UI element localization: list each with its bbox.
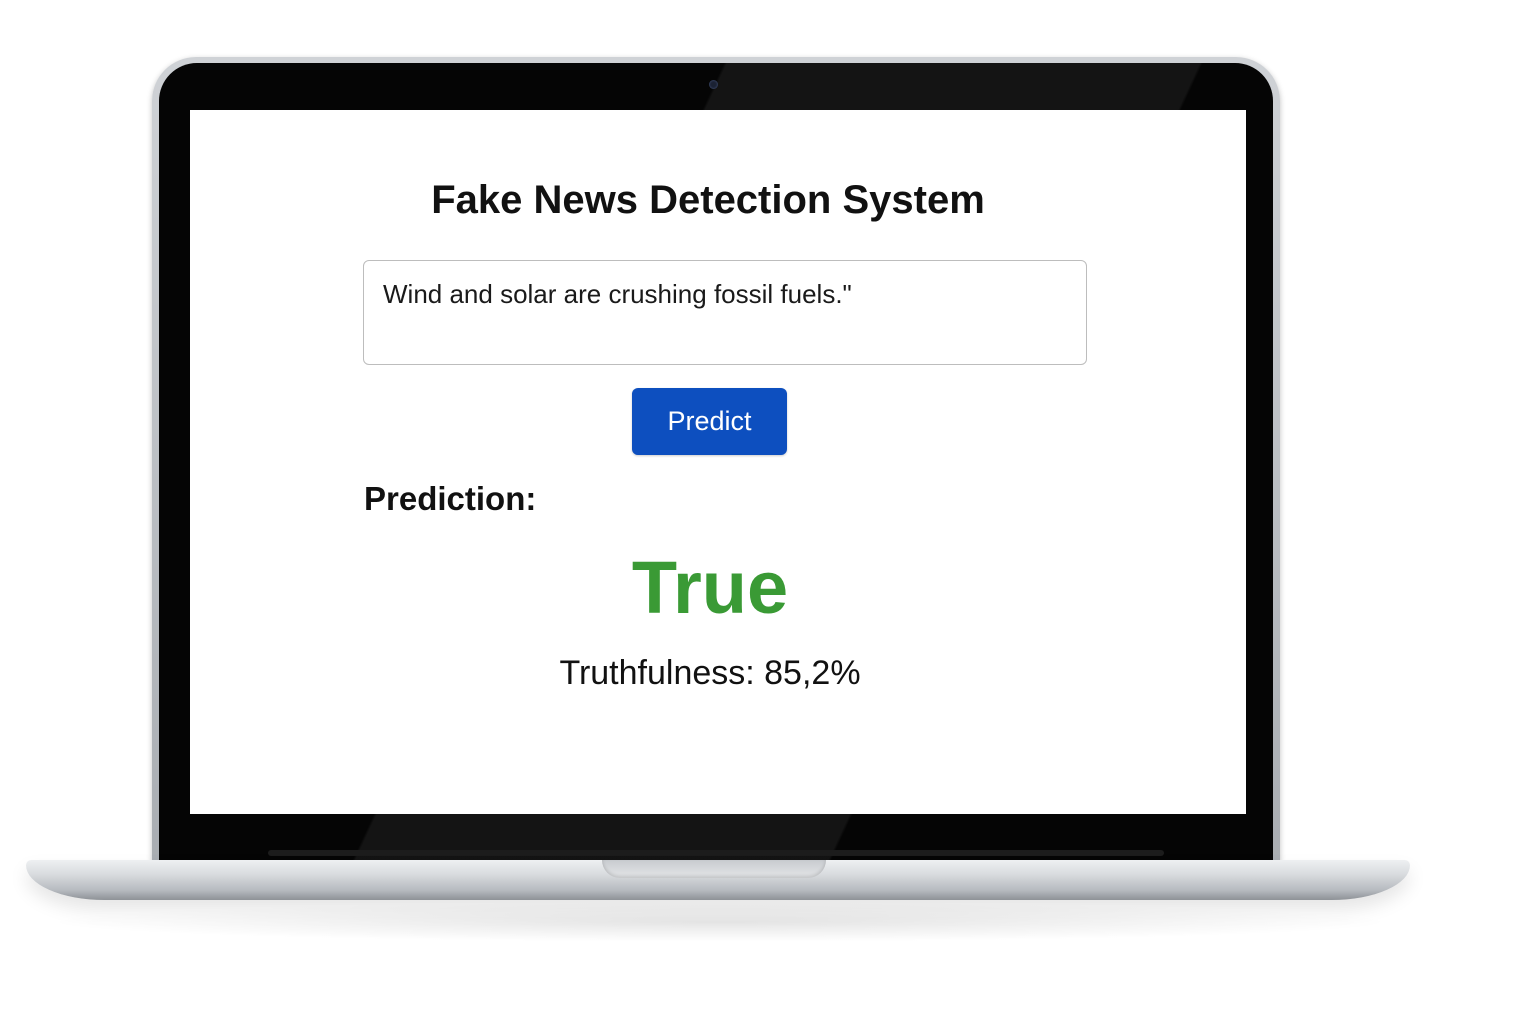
- laptop-shadow: [40, 902, 1400, 942]
- predict-button[interactable]: Predict: [632, 388, 787, 455]
- prediction-heading: Prediction:: [364, 480, 537, 517]
- bezel-hinge-strip: [268, 850, 1164, 856]
- laptop-base-notch: [602, 860, 826, 878]
- page-title: Fake News Detection System: [431, 178, 985, 222]
- news-text-input[interactable]: Wind and solar are crushing fossil fuels…: [363, 260, 1087, 365]
- truthfulness-score: Truthfulness: 85,2%: [559, 654, 861, 692]
- prediction-result-label: True: [631, 546, 789, 629]
- laptop-mockup: Fake News Detection System Wind and sola…: [0, 0, 1536, 1024]
- webcam-icon: [709, 80, 718, 89]
